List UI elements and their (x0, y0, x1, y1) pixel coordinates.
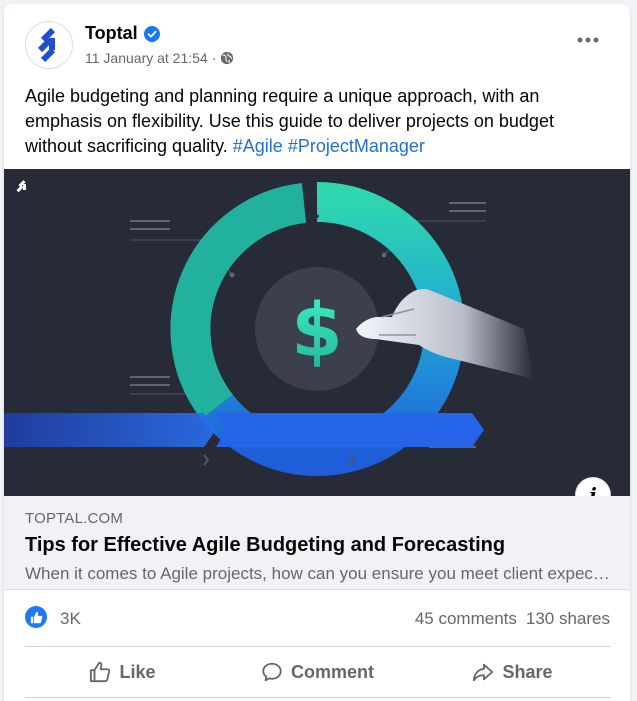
post-meta: 11 January at 21:54 · (85, 50, 234, 66)
thumbs-up-icon (30, 611, 42, 623)
hashtag-agile[interactable]: #Agile (233, 136, 283, 156)
share-icon (473, 663, 494, 682)
agile-budget-illustration: $ (4, 180, 534, 476)
more-options-icon (577, 37, 599, 43)
action-bar: Like Comment Share (25, 650, 610, 694)
link-description: When it comes to Agile projects, how can… (25, 564, 610, 583)
divider (25, 646, 610, 647)
reactions-bar: 3K 45 comments 130 shares (25, 604, 610, 634)
verified-badge-icon (143, 25, 160, 42)
link-preview-image[interactable]: $ (4, 169, 630, 496)
share-label: Share (502, 661, 553, 682)
comment-button[interactable]: Comment (220, 650, 415, 694)
post-card: Toptal 11 January at 21:54 · Agile budge… (4, 4, 630, 701)
link-preview[interactable]: TOPTAL.COM Tips for Effective Agile Budg… (4, 496, 630, 590)
post-header: Toptal 11 January at 21:54 · (4, 4, 630, 74)
hashtag-projectmanager[interactable]: #ProjectManager (288, 136, 425, 156)
globe-icon[interactable] (220, 51, 234, 65)
comment-icon (262, 662, 282, 682)
meta-separator: · (211, 50, 217, 66)
comment-label: Comment (290, 661, 374, 682)
page-avatar[interactable] (25, 21, 73, 69)
like-icon (90, 661, 111, 683)
like-button[interactable]: Like (25, 650, 220, 694)
link-domain: TOPTAL.COM (25, 510, 124, 527)
page-name-link[interactable]: Toptal (85, 23, 138, 44)
timestamp-link[interactable]: 11 January at 21:54 (85, 50, 208, 66)
divider (25, 697, 610, 698)
more-options-button[interactable] (574, 30, 602, 50)
comments-count[interactable]: 45 comments (415, 609, 517, 629)
like-reaction-icon[interactable] (25, 606, 47, 628)
link-title[interactable]: Tips for Effective Agile Budgeting and F… (25, 534, 505, 557)
share-button[interactable]: Share (415, 650, 610, 694)
corner-logo-icon (16, 180, 26, 193)
reaction-count[interactable]: 3K (60, 609, 81, 629)
post-text: Agile budgeting and planning require a u… (25, 84, 610, 159)
shares-count[interactable]: 130 shares (526, 609, 610, 629)
engagement-counts: 45 comments 130 shares (415, 609, 610, 629)
like-label: Like (119, 661, 156, 682)
toptal-logo-icon (37, 28, 56, 62)
page-name-row: Toptal (85, 23, 160, 44)
svg-text:$: $ (291, 288, 343, 374)
